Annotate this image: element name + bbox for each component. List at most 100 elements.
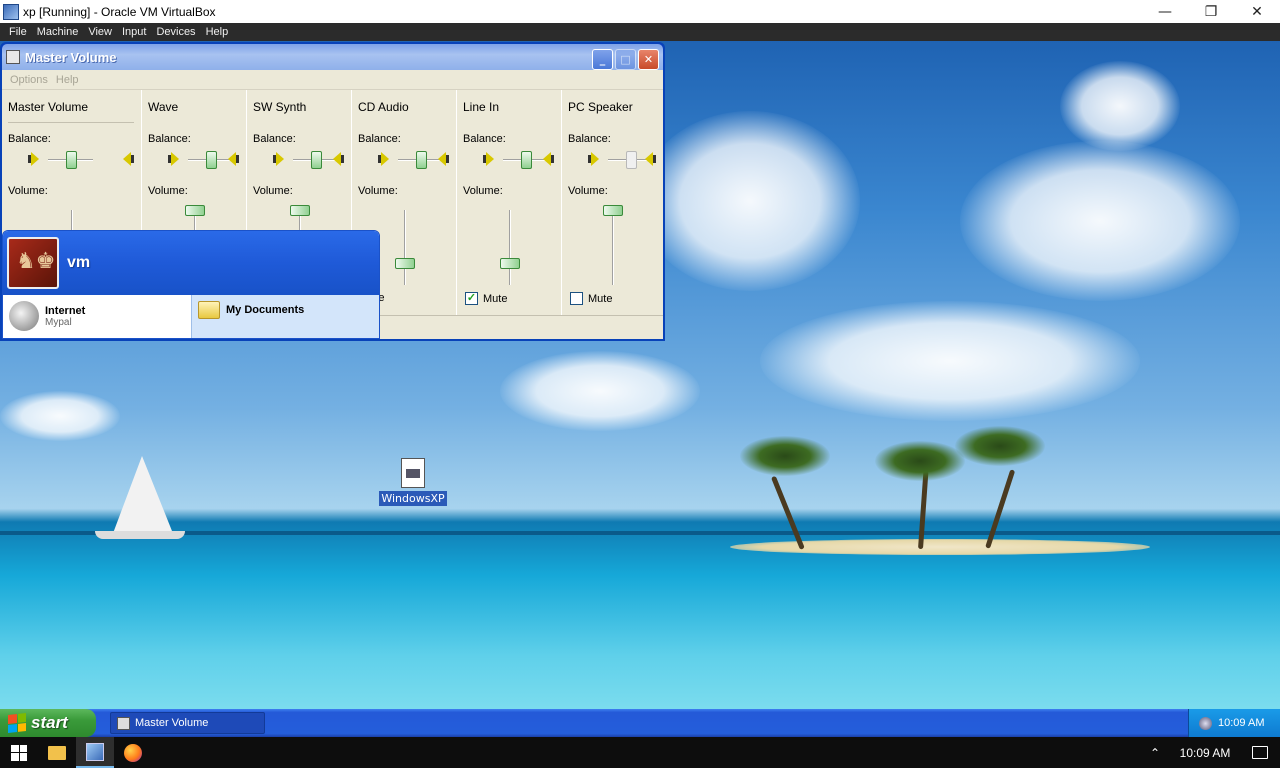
volume-slider-thumb[interactable] [184,205,205,216]
volume-label: Volume: [463,185,503,197]
volume-slider-track [508,210,511,285]
speaker-right-icon [227,152,239,166]
volume-slider-track [612,210,614,285]
channel-name: SW Synth [253,100,307,114]
channel-name: PC Speaker [568,100,633,114]
volume-label: Volume: [8,185,48,197]
wallpaper-cloud [760,301,1140,421]
start-item-internet[interactable]: Internet Mypal [3,295,191,337]
balance-slider-thumb[interactable] [625,151,637,169]
menu-file[interactable]: File [4,26,32,38]
host-firefox-button[interactable] [114,737,152,768]
windows-flag-icon [8,713,26,733]
balance-label: Balance: [8,133,51,145]
host-system-tray: ⌃ 10:09 AM [1140,737,1280,768]
start-menu[interactable]: vm Internet Mypal My Documents [2,230,380,339]
menu-view[interactable]: View [83,26,117,38]
menu-machine[interactable]: Machine [32,26,84,38]
host-close-button[interactable]: ✕ [1234,0,1280,23]
balance-slider-thumb[interactable] [520,151,532,169]
window-title: Master Volume [25,49,117,65]
volume-slider-thumb[interactable] [603,205,623,216]
host-virtualbox-button[interactable] [76,737,114,768]
volume-label: Volume: [358,185,398,197]
folder-icon [48,745,66,760]
xp-taskbar: start Master Volume 10:09 AM [0,709,1280,737]
volume-menubar: Options Help [2,70,663,90]
volume-slider-thumb[interactable] [289,205,310,216]
mute-label: Mute [483,292,508,305]
start-item-subtitle: Mypal [45,316,72,328]
checked-checkbox-icon[interactable]: ✓ [465,292,478,305]
balance-label: Balance: [463,133,506,145]
horizon [0,531,1280,535]
minimize-button[interactable]: _ [592,49,613,70]
wallpaper-cloud [1060,61,1180,151]
start-menu-right-pane: My Documents [191,295,379,338]
mute-label: Mute [588,292,613,305]
menu-devices[interactable]: Devices [151,26,200,38]
user-avatar[interactable] [7,237,59,289]
channel-name: CD Audio [358,100,409,114]
speaker-left-icon [588,152,600,166]
speaker-left-icon [28,152,40,166]
host-start-button[interactable] [0,737,38,768]
channel-4: Line In Balance: Volume: ✓ Mute [457,90,562,315]
taskbar-button-master-volume[interactable]: Master Volume [110,712,265,734]
island [730,539,1150,555]
start-button[interactable]: start [0,709,96,737]
username: vm [67,254,91,271]
menu-options[interactable]: Options [6,74,52,86]
desktop-icon-windowsxp[interactable]: WindowsXP [379,458,447,506]
windows-logo-icon [11,744,27,761]
unchecked-checkbox-icon[interactable] [570,292,583,305]
start-label: start [31,713,68,732]
tray-volume-icon[interactable] [1199,716,1212,730]
volume-label: Volume: [253,185,293,197]
start-menu-left-pane: Internet Mypal [3,295,191,338]
volume-slider-thumb[interactable] [394,257,415,269]
host-taskbar: ⌃ 10:09 AM [0,737,1280,768]
channel-name: Wave [148,100,179,114]
balance-label: Balance: [568,133,611,145]
balance-label: Balance: [358,133,401,145]
host-titlebar: xp [Running] - Oracle VM VirtualBox — ❐ … [0,0,1280,23]
volume-app-icon [117,716,130,730]
palm-tree [918,471,929,550]
wallpaper-cloud [640,111,860,291]
wallpaper-cloud [500,351,700,431]
host-minimize-button[interactable]: — [1142,0,1188,23]
show-hidden-icons-chevron-icon[interactable]: ⌃ [1140,746,1170,760]
mute-checkbox[interactable]: Mute [570,292,612,305]
start-item-label: My Documents [226,304,305,316]
start-item-my-documents[interactable]: My Documents [192,295,379,325]
speaker-left-icon [273,152,285,166]
window-titlebar[interactable]: Master Volume _ □ ✕ [2,44,663,70]
host-clock[interactable]: 10:09 AM [1170,746,1240,760]
close-button[interactable]: ✕ [638,49,659,70]
menu-help[interactable]: Help [201,26,234,38]
raccoon-icon [9,301,39,331]
balance-slider-thumb[interactable] [415,151,427,169]
balance-slider-thumb[interactable] [65,151,77,169]
balance-label: Balance: [148,133,191,145]
palm-leaves [875,441,965,481]
menu-input[interactable]: Input [117,26,151,38]
speaker-right-icon [542,152,554,166]
sailboat-hull [95,531,185,539]
sailboat [112,456,174,536]
balance-slider-thumb[interactable] [205,151,217,169]
wallpaper-cloud [0,391,120,441]
xp-clock: 10:09 AM [1218,717,1265,729]
mute-checkbox[interactable]: ✓ Mute [465,292,507,305]
balance-slider-thumb[interactable] [310,151,322,169]
action-center-button[interactable] [1240,737,1280,768]
maximize-button[interactable]: □ [615,49,636,70]
balance-label: Balance: [253,133,296,145]
menu-help[interactable]: Help [52,74,83,86]
host-restore-button[interactable]: ❐ [1188,0,1234,23]
desktop-icon-label: WindowsXP [379,491,447,506]
host-file-explorer-button[interactable] [38,737,76,768]
volume-slider-thumb[interactable] [499,257,520,269]
wallpaper-cloud [960,141,1240,301]
